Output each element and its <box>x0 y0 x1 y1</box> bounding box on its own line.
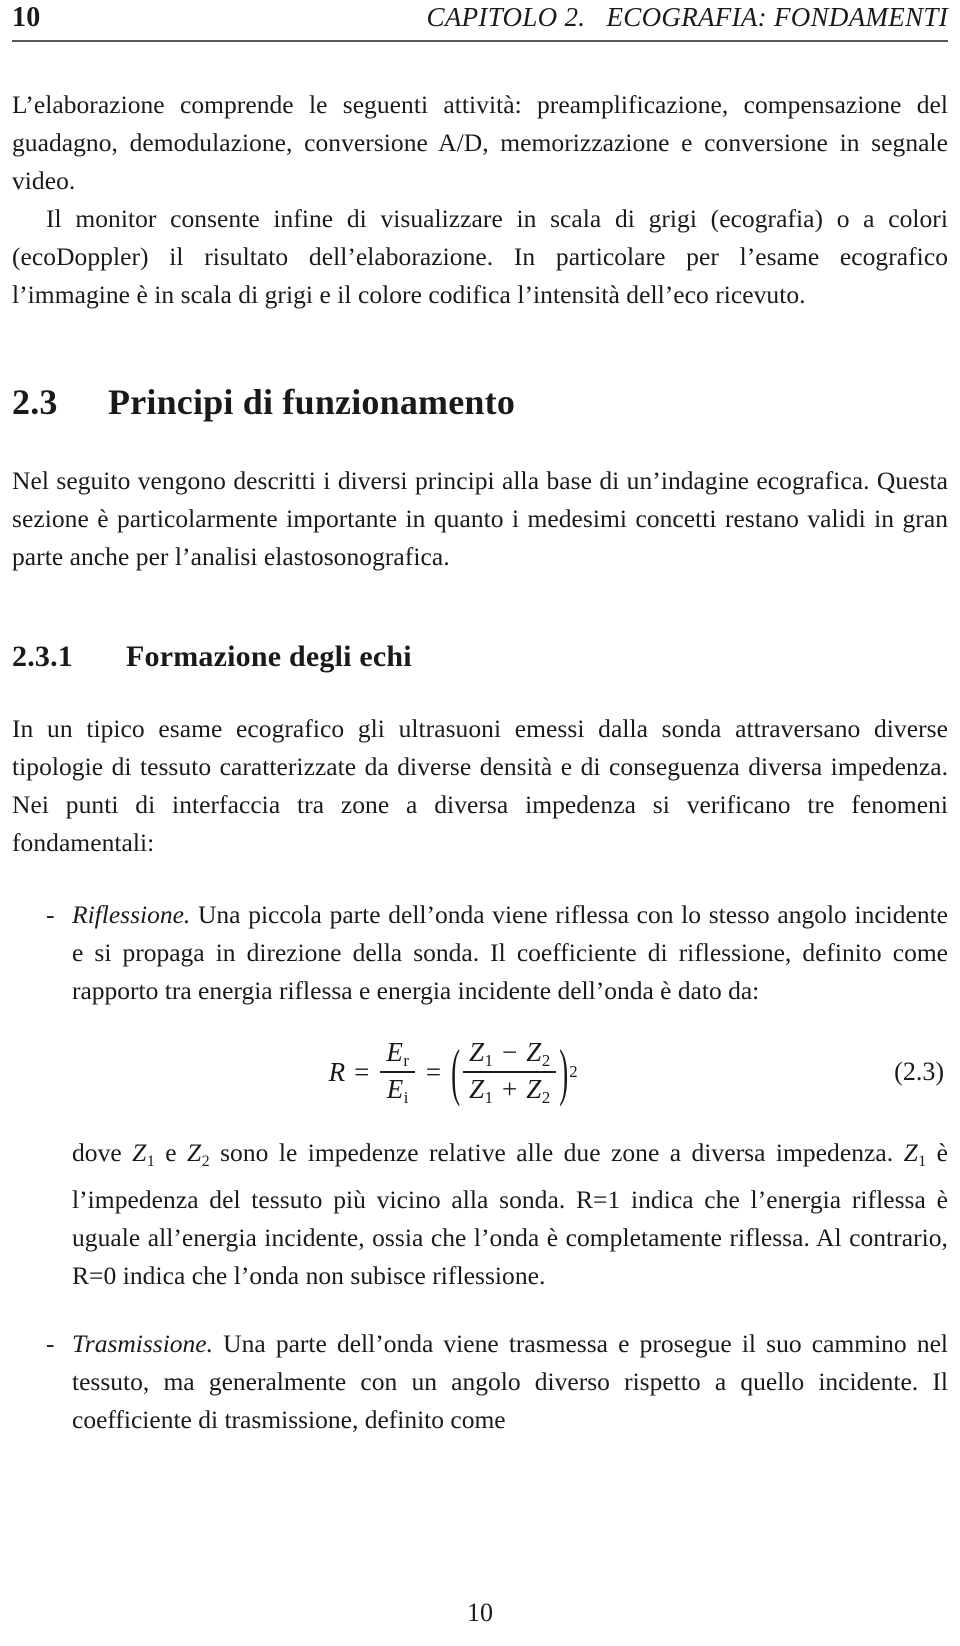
section-title: Principi di funzionamento <box>108 382 516 422</box>
equation-lhs: R <box>328 1057 346 1088</box>
list-marker-icon: - <box>46 900 55 929</box>
list-item-lead-riflessione: Riflessione. <box>72 900 191 929</box>
equation-number-tag: (2.3) <box>894 1057 944 1087</box>
fraction-numerator: Z1− Z2 <box>463 1036 556 1071</box>
document-page: 10 CAPITOLO 2. ECOGRAFIA: FONDAMENTI L’e… <box>0 0 960 1646</box>
paragraph-dove-impedenze: dove Z1 e Z2 sono le impedenze relative … <box>72 1134 948 1294</box>
symbol-E-r: E <box>386 1037 403 1067</box>
list-item: - Trasmissione. Una parte dell’onda viene… <box>12 1325 948 1439</box>
subscript-2: 2 <box>541 1087 551 1107</box>
page-footer-number: 10 <box>467 1598 493 1627</box>
equation-expression: R = Er Ei = ( Z1− Z2 Z1 + Z2 ) 2 <box>72 1036 894 1108</box>
equation-equals-2: = <box>425 1057 442 1088</box>
subscript-r: r <box>403 1050 409 1070</box>
symbol-E-i: E <box>386 1074 404 1104</box>
subscript-i: i <box>403 1087 409 1107</box>
equation-equals-1: = <box>354 1057 370 1088</box>
paragraph-section-intro: Nel seguito vengono descritti i diversi … <box>12 466 948 571</box>
list-item: - Riflessione. Una piccola parte dell’ond… <box>12 896 948 1295</box>
section-number: 2.3 <box>12 382 58 422</box>
paragraph-monitor: Il monitor consente infine di visualizza… <box>12 204 948 309</box>
text-dove: dove <box>72 1138 133 1168</box>
equation-block-2-3: R = Er Ei = ( Z1− Z2 Z1 + Z2 ) 2 (2.3) <box>72 1036 948 1108</box>
paragraph-subsection-intro: In un tipico esame ecografico gli ultras… <box>12 714 948 857</box>
fraction-denominator: Ei <box>381 1073 415 1108</box>
symbol-Z2-den: Z <box>526 1074 542 1104</box>
inline-subscript-1-second: 1 <box>918 1152 927 1170</box>
page-header: 10 CAPITOLO 2. ECOGRAFIA: FONDAMENTI <box>12 0 948 42</box>
header-chapter-title: CAPITOLO 2. ECOGRAFIA: FONDAMENTI <box>426 2 948 32</box>
subsection-title: Formazione degli echi <box>126 640 412 673</box>
inline-symbol-Z1: Z <box>132 1138 147 1168</box>
subsection-number: 2.3.1 <box>12 640 73 673</box>
subscript-1: 1 <box>484 1087 494 1107</box>
subscript-2: 2 <box>541 1050 551 1070</box>
list-item-lead-trasmissione: Trasmissione. <box>72 1328 213 1358</box>
close-paren: ) <box>559 1036 569 1108</box>
subscript-1: 1 <box>484 1050 494 1070</box>
list-item-text-riflessione: Una piccola parte dell’onda viene rifles… <box>72 900 948 1005</box>
inline-subscript-2: 2 <box>201 1152 210 1170</box>
inline-symbol-Z1-second: Z <box>903 1138 918 1168</box>
fraction-er-ei: Er Ei <box>380 1036 415 1108</box>
subsection-heading-2-3-1: 2.3.1 Formazione degli echi <box>12 638 948 676</box>
fraction-numerator: Er <box>380 1036 415 1071</box>
section-heading-2-3: 2.3 Principi di funzionamento <box>12 380 948 424</box>
text-e: e <box>154 1138 187 1168</box>
symbol-Z1-den: Z <box>469 1074 485 1104</box>
symbol-Z1-num: Z <box>469 1037 485 1067</box>
list-marker-icon: - <box>46 1328 55 1358</box>
inline-subscript-1: 1 <box>146 1152 155 1170</box>
plus-operator: + <box>502 1074 518 1104</box>
phenomena-list: - Riflessione. Una piccola parte dell’ond… <box>12 896 948 1439</box>
inline-symbol-Z2: Z <box>187 1138 202 1168</box>
header-folio: 10 <box>12 2 41 33</box>
fraction-denominator: Z1 + Z2 <box>463 1073 556 1108</box>
text-sono-le-impedenze: sono le impedenze relative alle due zone… <box>209 1138 904 1168</box>
symbol-Z2-num: Z <box>526 1037 542 1067</box>
minus-operator: − <box>502 1037 518 1067</box>
exponent-two: 2 <box>569 1062 578 1082</box>
fraction-impedance-ratio: Z1− Z2 Z1 + Z2 <box>463 1036 557 1108</box>
paragraph-elaborazione: L’elaborazione comprende le seguenti att… <box>12 90 948 195</box>
open-paren: ( <box>451 1036 461 1108</box>
